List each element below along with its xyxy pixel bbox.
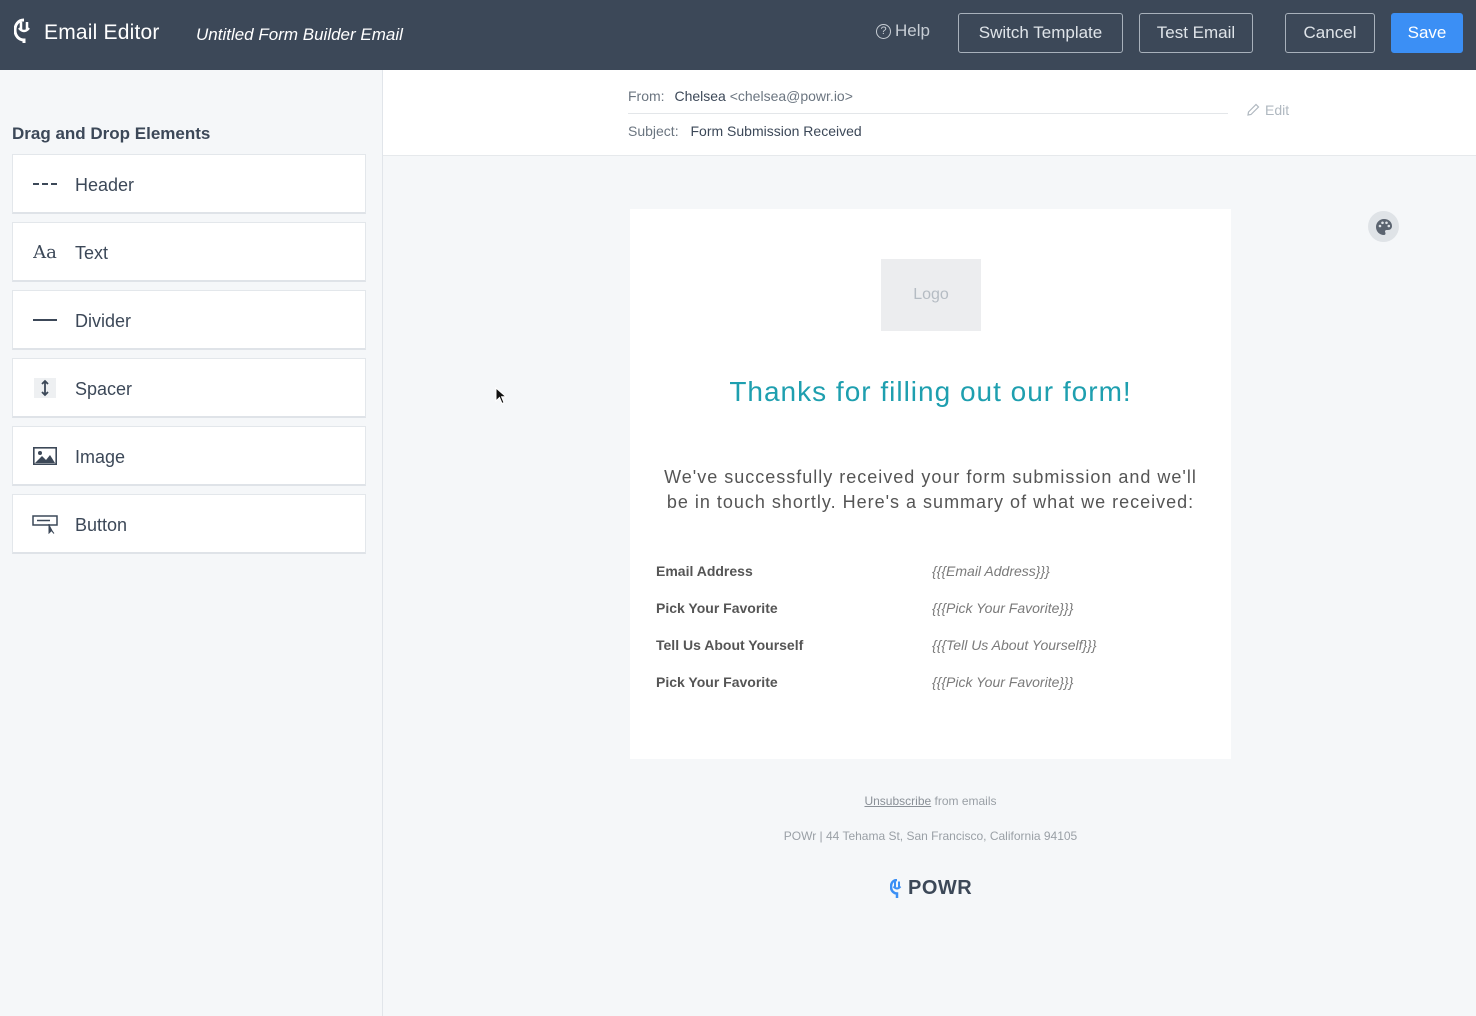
summary-row: Email Address {{{Email Address}}} — [656, 563, 1216, 583]
editor-canvas: From: Chelsea <chelsea@powr.io> Subject:… — [383, 70, 1476, 1016]
image-icon — [31, 443, 59, 469]
email-name[interactable]: Untitled Form Builder Email — [196, 25, 403, 45]
element-divider[interactable]: Divider — [12, 290, 366, 350]
element-button[interactable]: Button — [12, 494, 366, 554]
from-name: Chelsea — [674, 88, 726, 104]
element-image[interactable]: Image — [12, 426, 366, 486]
elements-sidebar: Drag and Drop Elements Header Aa Text Di… — [0, 70, 383, 1016]
unsubscribe-line: Unsubscribe from emails — [630, 794, 1231, 808]
button-icon — [31, 511, 59, 537]
app-title: Email Editor — [44, 21, 160, 44]
cancel-button[interactable]: Cancel — [1285, 13, 1375, 53]
edit-label: Edit — [1265, 102, 1290, 118]
mouse-cursor-icon — [495, 387, 507, 405]
unsubscribe-link[interactable]: Unsubscribe — [864, 794, 931, 808]
summary-row: Pick Your Favorite {{{Pick Your Favorite… — [656, 600, 1216, 620]
summary-label: Tell Us About Yourself — [656, 637, 804, 653]
email-heading[interactable]: Thanks for filling out our form! — [630, 376, 1231, 408]
powr-logo-icon — [14, 18, 30, 43]
summary-label: Pick Your Favorite — [656, 600, 778, 616]
element-label: Text — [75, 243, 109, 263]
switch-template-button[interactable]: Switch Template — [958, 13, 1123, 53]
save-button[interactable]: Save — [1391, 13, 1463, 53]
from-field: From: Chelsea <chelsea@powr.io> — [628, 88, 1228, 114]
footer-address: POWr | 44 Tehama St, San Francisco, Cali… — [783, 829, 1078, 843]
powr-brand: POWR — [890, 877, 972, 900]
top-bar: Email Editor Untitled Form Builder Email… — [0, 0, 1476, 70]
element-text[interactable]: Aa Text — [12, 222, 366, 282]
divider-icon — [31, 307, 59, 333]
header-icon — [31, 171, 59, 197]
element-header[interactable]: Header — [12, 154, 366, 214]
email-preview[interactable]: Logo Thanks for filling out our form! We… — [630, 209, 1231, 759]
test-email-button[interactable]: Test Email — [1139, 13, 1253, 53]
logo-placeholder[interactable]: Logo — [881, 259, 981, 331]
summary-label: Pick Your Favorite — [656, 674, 778, 690]
brand-text: POWR — [908, 877, 973, 899]
summary-value: {{{Pick Your Favorite}}} — [932, 600, 1074, 616]
element-label: Spacer — [75, 379, 133, 399]
spacer-icon — [31, 375, 59, 401]
unsubscribe-text: from emails — [931, 794, 997, 808]
powr-logo-icon — [890, 878, 902, 898]
element-label: Divider — [75, 311, 132, 331]
subject-field: Subject: Form Submission Received — [628, 123, 862, 139]
help-link[interactable]: ? Help — [876, 21, 930, 41]
from-email: <chelsea@powr.io> — [729, 88, 853, 104]
pencil-icon — [1247, 103, 1260, 116]
edit-meta-button[interactable]: Edit — [1246, 102, 1289, 118]
email-body-text[interactable]: We've successfully received your form su… — [658, 465, 1203, 515]
email-meta: From: Chelsea <chelsea@powr.io> Subject:… — [383, 70, 1476, 156]
summary-value: {{{Email Address}}} — [932, 563, 1050, 579]
subject-label: Subject: — [628, 123, 679, 139]
palette-icon — [1375, 218, 1392, 235]
element-label: Header — [75, 175, 135, 195]
from-label: From: — [628, 88, 665, 104]
element-label: Image — [75, 447, 126, 467]
element-label: Button — [75, 515, 128, 535]
theme-palette-button[interactable] — [1368, 211, 1399, 242]
subject-value: Form Submission Received — [690, 123, 862, 139]
summary-row: Pick Your Favorite {{{Pick Your Favorite… — [656, 674, 1216, 694]
element-spacer[interactable]: Spacer — [12, 358, 366, 418]
text-icon: Aa — [33, 241, 57, 263]
summary-value: {{{Pick Your Favorite}}} — [932, 674, 1074, 690]
summary-value: {{{Tell Us About Yourself}}} — [932, 637, 1097, 653]
summary-label: Email Address — [656, 563, 753, 579]
summary-row: Tell Us About Yourself {{{Tell Us About … — [656, 637, 1216, 657]
help-label: Help — [895, 21, 930, 40]
sidebar-title: Drag and Drop Elements — [12, 124, 211, 143]
question-circle-icon: ? — [876, 23, 891, 39]
